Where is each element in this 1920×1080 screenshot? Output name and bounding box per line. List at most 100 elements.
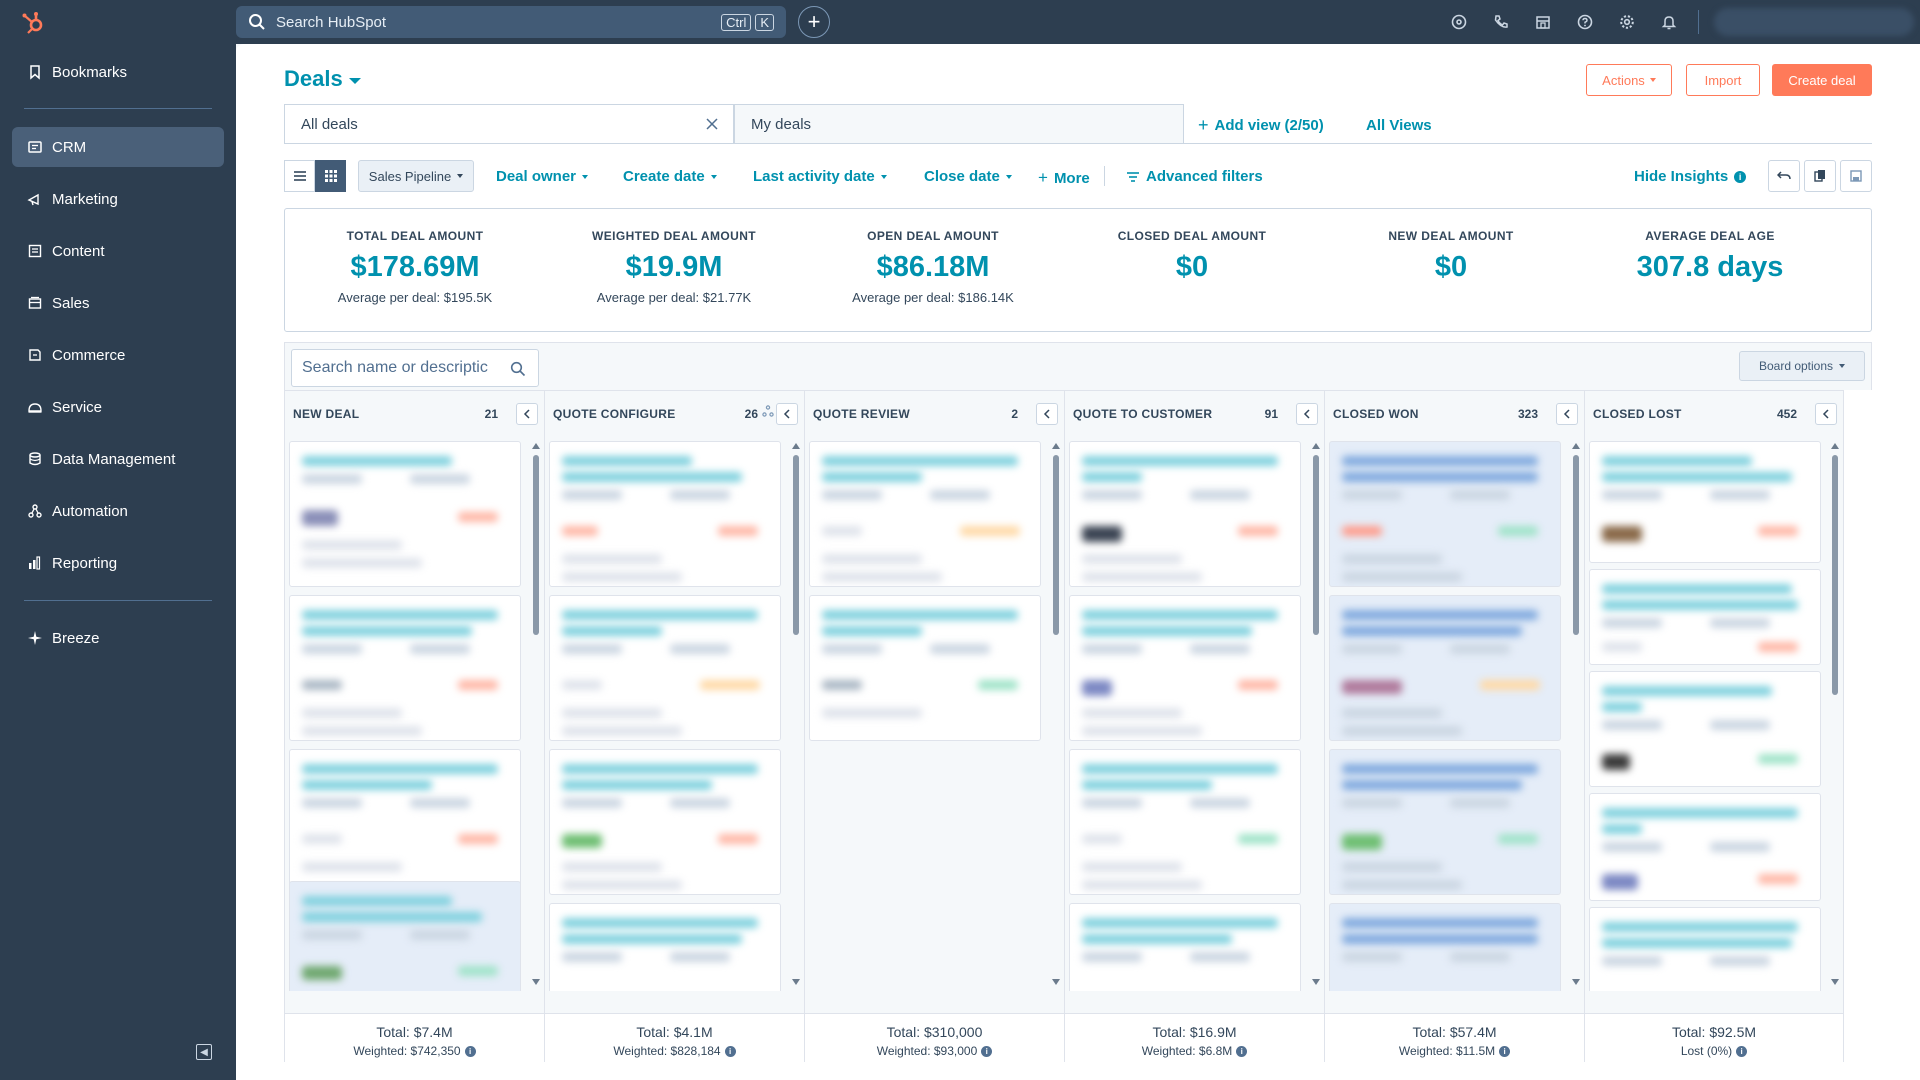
column-scrollbar[interactable] <box>532 443 540 985</box>
column-total: Total: $310,000 <box>886 1024 983 1040</box>
pipeline-select[interactable]: Sales Pipeline <box>358 160 474 192</box>
notifications-icon[interactable] <box>1658 11 1680 33</box>
import-button[interactable]: Import <box>1686 64 1760 96</box>
filter-last-activity-date[interactable]: Last activity date <box>753 168 887 185</box>
caret-down-icon <box>582 174 589 179</box>
deal-card[interactable] <box>549 441 781 587</box>
deal-card[interactable] <box>549 749 781 895</box>
deal-card[interactable] <box>1329 441 1561 587</box>
deal-card[interactable] <box>1069 749 1301 895</box>
hubspot-logo-icon[interactable] <box>20 10 46 36</box>
sidebar-item-automation[interactable]: Automation <box>12 491 224 531</box>
deal-card[interactable] <box>549 595 781 741</box>
hide-insights-button[interactable]: Hide Insights i <box>1634 168 1747 185</box>
deal-card[interactable] <box>289 881 521 991</box>
deal-card[interactable] <box>1329 595 1561 741</box>
deal-card[interactable] <box>1069 595 1301 741</box>
quick-create-button[interactable]: + <box>798 6 830 38</box>
page-title[interactable]: Deals <box>284 66 361 92</box>
deal-card[interactable] <box>1589 793 1821 901</box>
deal-card[interactable] <box>809 441 1041 587</box>
metric-label: NEW DEAL AMOUNT <box>1388 229 1514 243</box>
board-view-button[interactable] <box>315 160 346 192</box>
advanced-filters-button[interactable]: Advanced filters <box>1126 168 1263 185</box>
shortcut-key-ctrl: Ctrl <box>721 14 752 31</box>
filter-label: Create date <box>623 168 705 185</box>
deal-card[interactable] <box>1589 907 1821 991</box>
marketplace-icon[interactable] <box>1532 11 1554 33</box>
deal-card[interactable] <box>809 595 1041 741</box>
collapse-column-button[interactable] <box>516 403 538 425</box>
bookmark-icon <box>26 63 44 81</box>
chevron-left-icon <box>523 409 530 419</box>
column-scrollbar[interactable] <box>1312 443 1320 985</box>
add-view-button[interactable]: + Add view (2/50) <box>1198 115 1324 136</box>
sidebar-item-marketing[interactable]: Marketing <box>12 179 224 219</box>
automation-icon[interactable] <box>762 405 774 417</box>
hide-insights-label: Hide Insights <box>1634 168 1729 185</box>
help-circle-icon[interactable] <box>1448 11 1470 33</box>
more-filters-button[interactable]: + More <box>1038 168 1090 188</box>
deal-card[interactable] <box>1589 441 1821 563</box>
column-scrollbar[interactable] <box>1572 443 1580 985</box>
deal-card[interactable] <box>1589 569 1821 665</box>
board-toolbar: Search name or descriptic Board options <box>284 342 1872 390</box>
column-scrollbar[interactable] <box>1052 443 1060 985</box>
board-search-input[interactable]: Search name or descriptic <box>291 349 539 387</box>
deal-card[interactable] <box>1069 441 1301 587</box>
filter-close-date[interactable]: Close date <box>924 168 1012 185</box>
board-column-closed-lost: CLOSED LOST 452 Total: $92.5M Lost (0%) … <box>1584 390 1844 1079</box>
clone-view-button[interactable] <box>1804 160 1836 192</box>
copy-icon <box>1814 170 1825 182</box>
column-scrollbar[interactable] <box>1831 443 1839 985</box>
sidebar-item-data-management[interactable]: Data Management <box>12 439 224 479</box>
column-weighted-text: Lost (0%) <box>1680 1044 1733 1058</box>
tab-label: My deals <box>751 116 812 133</box>
collapse-column-button[interactable] <box>1815 403 1837 425</box>
deal-card[interactable] <box>1329 749 1561 895</box>
sidebar-item-reporting[interactable]: Reporting <box>12 543 224 583</box>
phone-icon[interactable] <box>1490 11 1512 33</box>
column-cards <box>545 437 804 991</box>
actions-button[interactable]: Actions <box>1586 64 1672 96</box>
sidebar-item-content[interactable]: Content <box>12 231 224 271</box>
caret-down-icon <box>457 174 464 178</box>
column-cards <box>285 437 544 991</box>
filter-deal-owner[interactable]: Deal owner <box>496 168 589 185</box>
close-icon[interactable] <box>705 117 719 131</box>
global-search-input[interactable]: Search HubSpot Ctrl K <box>236 6 786 38</box>
deal-card[interactable] <box>549 903 781 991</box>
undo-button[interactable] <box>1768 160 1800 192</box>
deal-card[interactable] <box>289 595 521 741</box>
collapse-column-button[interactable] <box>776 403 798 425</box>
board-options-button[interactable]: Board options <box>1739 351 1865 381</box>
settings-icon[interactable] <box>1616 11 1638 33</box>
tab-all-deals[interactable]: All deals <box>284 104 734 144</box>
question-icon[interactable] <box>1574 11 1596 33</box>
column-scrollbar[interactable] <box>792 443 800 985</box>
sidebar-item-sales[interactable]: Sales <box>12 283 224 323</box>
sidebar-item-service[interactable]: Service <box>12 387 224 427</box>
sidebar-item-breeze[interactable]: Breeze <box>12 618 224 658</box>
account-menu[interactable] <box>1714 8 1914 36</box>
sidebar-item-crm[interactable]: CRM <box>12 127 224 167</box>
create-deal-button[interactable]: Create deal <box>1772 64 1872 96</box>
deal-card[interactable] <box>1069 903 1301 991</box>
tab-my-deals[interactable]: My deals <box>734 104 1184 144</box>
collapse-column-button[interactable] <box>1296 403 1318 425</box>
collapse-column-button[interactable] <box>1556 403 1578 425</box>
deal-card[interactable] <box>1329 903 1561 991</box>
deal-card[interactable] <box>289 441 521 587</box>
content-icon <box>26 242 44 260</box>
filter-label: Close date <box>924 168 1000 185</box>
collapse-sidebar-button[interactable]: ◀ <box>196 1044 212 1060</box>
save-view-button[interactable] <box>1840 160 1872 192</box>
list-view-button[interactable] <box>284 160 315 192</box>
filter-create-date[interactable]: Create date <box>623 168 717 185</box>
deal-card[interactable] <box>1589 671 1821 787</box>
all-views-link[interactable]: All Views <box>1366 117 1432 134</box>
sidebar-item-commerce[interactable]: Commerce <box>12 335 224 375</box>
collapse-column-button[interactable] <box>1036 403 1058 425</box>
deal-card[interactable] <box>289 749 521 895</box>
sidebar-item-bookmarks[interactable]: Bookmarks <box>12 52 224 92</box>
